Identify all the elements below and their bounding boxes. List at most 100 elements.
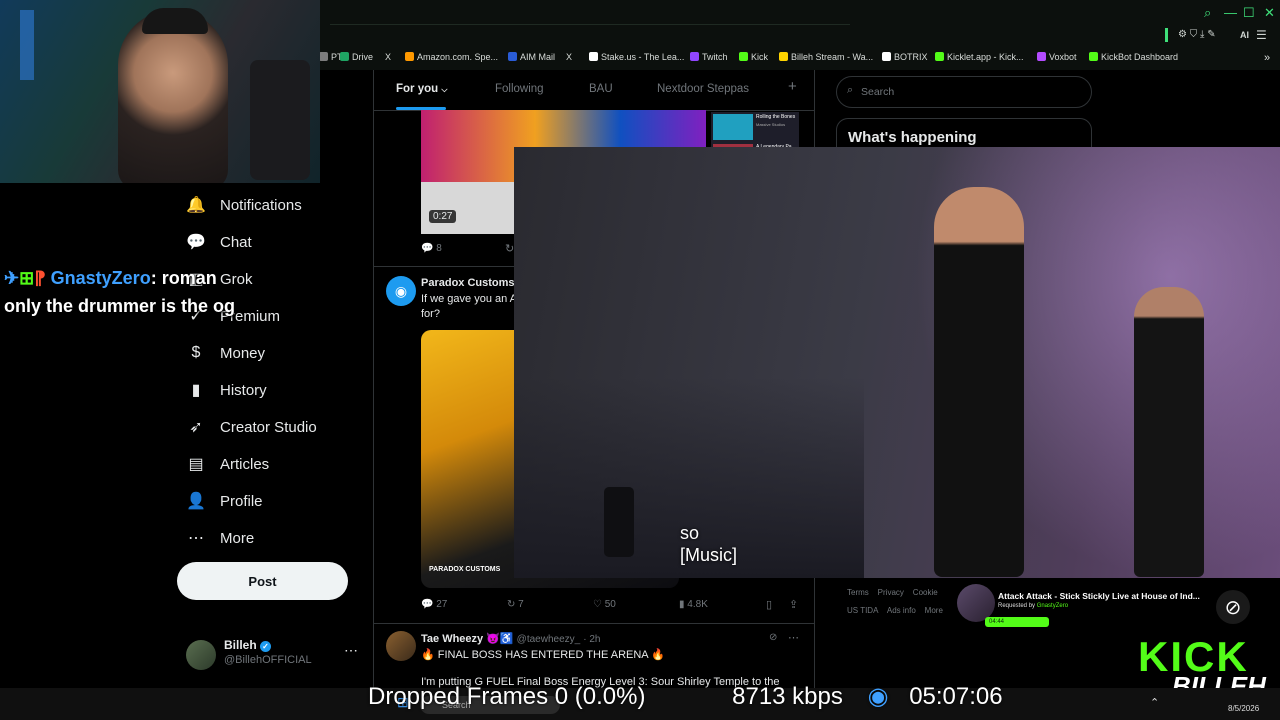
avatar [186, 640, 216, 670]
voxbot-icon [1037, 52, 1046, 61]
nav-item-creator-studio[interactable]: ➶ Creator Studio [186, 414, 317, 440]
account-more-icon[interactable]: ⋯ [344, 642, 358, 659]
caption-line1: so [680, 523, 700, 543]
bookmark-item[interactable]: Kick [739, 52, 768, 62]
bookmark-icon[interactable]: ▯ [766, 598, 772, 611]
articles-icon: ▤ [188, 456, 204, 473]
reply-icon: 💬 [421, 599, 434, 610]
footer-link-tida[interactable]: US TIDA [847, 606, 878, 615]
dropped-frames: Dropped Frames 0 (0.0%) [368, 683, 646, 710]
paradox-avatar[interactable]: ◉ [386, 276, 416, 306]
close-icon[interactable]: ✕ [1264, 5, 1275, 21]
performer [934, 187, 1024, 577]
post-handle[interactable]: @taewheezy_ [517, 634, 581, 645]
tab-nextdoor-steppas[interactable]: Nextdoor Steppas [657, 83, 749, 95]
nav-item-profile[interactable]: 👤 Profile [186, 488, 263, 514]
gaming-chair [250, 60, 310, 180]
clock-date[interactable]: 8/5/2026 [1228, 704, 1259, 713]
nav-item-history[interactable]: ▮ History [186, 377, 267, 403]
nav-item-articles[interactable]: ▤ Articles [186, 451, 269, 477]
bitrate: 8713 kbps [732, 683, 843, 710]
stream-uptime: 05:07:06 [909, 683, 1003, 710]
video-thumbnail [421, 182, 516, 234]
post-header: Tae Wheezy 😈♿ @taewheezy_ · 2h [421, 632, 601, 645]
money-icon: $ [191, 344, 201, 361]
tab-for-you[interactable]: For you ⌵ [396, 83, 447, 95]
nav-item-label: Creator Studio [220, 418, 317, 436]
maximize-icon[interactable]: ☐ [1243, 5, 1255, 21]
bookmark-item[interactable]: X [385, 52, 391, 62]
account-switcher[interactable]: Billeh ✓ @BillehOFFICIAL ⋯ [186, 636, 366, 670]
carousel-subtitle: Massive Studios [756, 122, 786, 127]
repost-icon[interactable]: ↻ [505, 242, 514, 255]
minimize-icon[interactable]: — [1224, 5, 1237, 20]
share-icon[interactable]: ⇪ [789, 598, 798, 611]
bookmark-item[interactable]: AIM Mail [508, 52, 555, 62]
footer-link-terms[interactable]: Terms [847, 588, 869, 597]
repost-icon: ↻ [507, 599, 516, 610]
panel-title: What's happening [848, 129, 977, 146]
bookmark-item[interactable]: X [566, 52, 572, 62]
nav-item-label: Profile [220, 492, 263, 510]
nav-item-chat[interactable]: 💬 Chat [186, 229, 252, 255]
song-title: Attack Attack - Stick Stickly Live at Ho… [998, 591, 1200, 601]
nav-item-label: History [220, 381, 267, 399]
views-action[interactable]: ▮ 4.8K [679, 599, 708, 610]
post-more-icon[interactable]: ⋯ [788, 631, 799, 644]
search-placeholder: Search [861, 86, 895, 98]
bookmark-item[interactable]: Drive [340, 52, 373, 62]
bookmark-item[interactable]: PT [319, 52, 343, 62]
ai-icon[interactable]: AI [1240, 30, 1249, 40]
nav-item-money[interactable]: $ Money [186, 340, 265, 366]
bookmark-item[interactable]: Kicklet.app - Kick... [935, 52, 1024, 62]
footer-link-privacy[interactable]: Privacy [878, 588, 904, 597]
bookmarks-overflow-icon[interactable]: » [1264, 52, 1270, 64]
repost-action[interactable]: ↻ 7 [507, 599, 524, 610]
footer-link-cookie[interactable]: Cookie [913, 588, 938, 597]
like-action[interactable]: ♡ 50 [593, 599, 616, 610]
footer-link-ads[interactable]: Ads info [887, 606, 916, 615]
sidebar-indicator [1165, 28, 1168, 42]
song-time-badge: 04:44 [985, 617, 1049, 627]
bookmark-item[interactable]: Amazon.com. Spe... [405, 52, 498, 62]
footer-link-more[interactable]: More [925, 606, 943, 615]
amazon-icon [405, 52, 414, 61]
bookmark-item[interactable]: Voxbot [1037, 52, 1077, 62]
tae-wheezy-avatar[interactable] [386, 631, 416, 661]
post-author[interactable]: Tae Wheezy 😈♿ [421, 633, 514, 645]
post-button[interactable]: Post [177, 562, 348, 600]
cap [142, 8, 208, 34]
bookmark-item[interactable]: Billeh Stream - Wa... [779, 52, 873, 62]
chat-text-line2: only the drummer is the og [4, 296, 236, 316]
search-icon: ⌕ [847, 84, 854, 96]
extensions-icons[interactable]: ⚙ ⛉ ⤓ ✎ [1178, 29, 1216, 40]
nav-item-more[interactable]: ⋯ More [186, 525, 254, 551]
verified-badge-icon: ✓ [260, 641, 272, 652]
kickbot-icon [1089, 52, 1098, 61]
bookmark-item[interactable]: BOTRIX [882, 52, 928, 62]
bookmark-item[interactable]: Stake.us - The Lea... [589, 52, 684, 62]
bookmark-item[interactable]: KickBot Dashboard [1089, 52, 1178, 62]
add-tab-icon[interactable]: + [788, 78, 797, 95]
reply-action[interactable]: 💬 27 [421, 599, 447, 610]
post-author[interactable]: Paradox Customs [421, 277, 515, 289]
concert-video[interactable]: so [Music] [514, 147, 1280, 578]
post-text: for? [421, 308, 440, 320]
carousel-thumbnail [713, 114, 753, 140]
more-icon: ⋯ [188, 530, 204, 547]
nav-item-notifications[interactable]: 🔔 Notifications [186, 192, 302, 218]
grok-icon[interactable]: ⊘ [769, 632, 777, 643]
profile-name: Billeh [224, 638, 257, 652]
reply-action[interactable]: 💬 8 [421, 243, 442, 254]
image-brand-label: PARADOX CUSTOMS [429, 566, 501, 573]
search-box[interactable]: ⌕ Search [836, 76, 1092, 108]
post-time[interactable]: · 2h [583, 634, 600, 645]
bookmark-item[interactable]: Twitch [690, 52, 728, 62]
search-icon[interactable]: ⌕ [1204, 5, 1211, 21]
tray-chevron-icon[interactable]: ⌃ [1150, 696, 1159, 709]
menu-icon[interactable]: ☰ [1256, 28, 1267, 42]
aim-mail-icon [508, 52, 517, 61]
kick-icon [739, 52, 748, 61]
tab-bau[interactable]: BAU [589, 83, 613, 95]
tab-following[interactable]: Following [495, 83, 544, 95]
